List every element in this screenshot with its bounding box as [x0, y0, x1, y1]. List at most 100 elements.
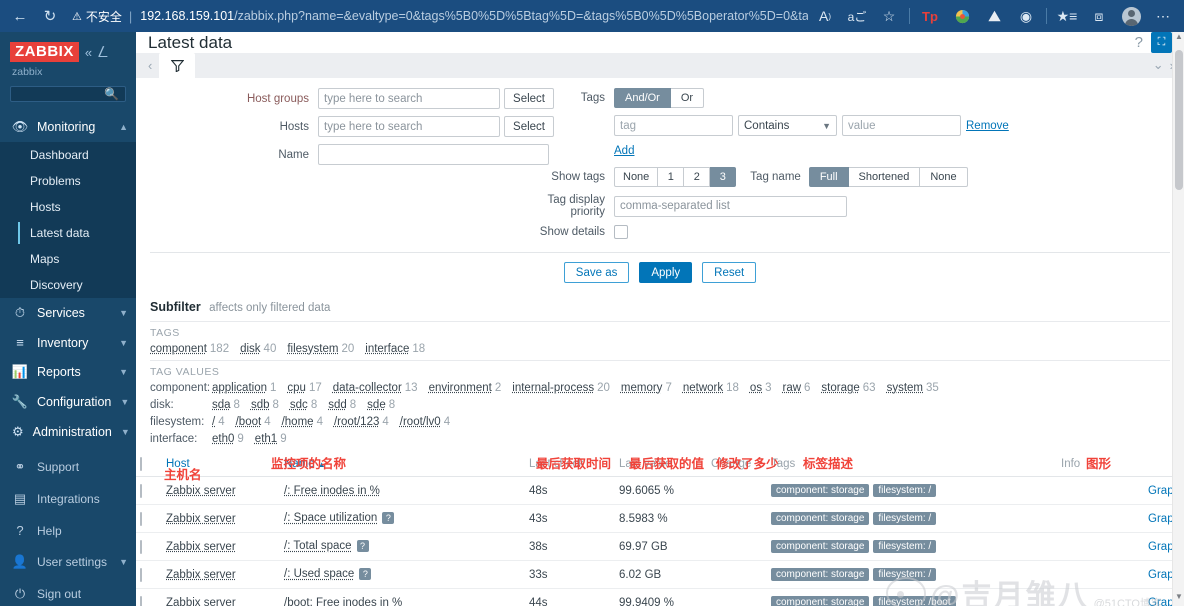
- chevron-down-icon[interactable]: ⌄: [1153, 57, 1164, 73]
- item-name-link[interactable]: /boot: Free inodes in %: [284, 597, 402, 606]
- subfilter-tagvalue-link[interactable]: sde: [367, 399, 386, 411]
- subfilter-tagvalue-item[interactable]: /4: [212, 416, 225, 428]
- apply-button[interactable]: Apply: [639, 262, 693, 283]
- subfilter-tagvalue-item[interactable]: os 3: [750, 382, 772, 394]
- host-groups-select-button[interactable]: Select: [504, 88, 554, 109]
- column-header-name[interactable]: Name ▲: [280, 452, 525, 477]
- host-link[interactable]: Zabbix server: [166, 513, 236, 525]
- show-details-checkbox[interactable]: [614, 225, 628, 239]
- subfilter-tagvalue-item[interactable]: application 1: [212, 382, 276, 394]
- tag-chip[interactable]: filesystem: /: [873, 484, 937, 497]
- host-link[interactable]: Zabbix server: [166, 597, 236, 606]
- sidebar-item-dashboard[interactable]: Dashboard: [0, 142, 136, 169]
- subfilter-tagvalue-item[interactable]: sda 8: [212, 399, 240, 411]
- collections-icon[interactable]: ★≡: [1052, 3, 1082, 29]
- subfilter-tagvalue-link[interactable]: sda: [212, 399, 231, 411]
- kiosk-expand-icon[interactable]: ⛶: [1151, 32, 1172, 53]
- hint-icon[interactable]: ?: [356, 540, 369, 553]
- back-arrow-icon[interactable]: ←: [6, 3, 34, 29]
- sidebar-item-latest-data[interactable]: Latest data: [0, 220, 136, 247]
- more-options-icon[interactable]: ⋯: [1148, 3, 1178, 29]
- name-input[interactable]: [318, 144, 549, 165]
- subfilter-tagvalue-item[interactable]: sdb 8: [251, 399, 279, 411]
- scroll-down-arrow[interactable]: ▼: [1173, 592, 1184, 606]
- host-link[interactable]: Zabbix server: [166, 569, 236, 581]
- subfilter-tag-link[interactable]: component: [150, 343, 207, 355]
- subfilter-tagvalue-item[interactable]: memory 7: [621, 382, 672, 394]
- translate-icon[interactable]: aご: [842, 3, 872, 29]
- evaltype-option-andor[interactable]: And/Or: [614, 88, 671, 108]
- subfilter-tag-component[interactable]: component 182: [150, 343, 229, 355]
- subfilter-tagvalue-item[interactable]: /boot 4: [236, 416, 271, 428]
- evaltype-option-or[interactable]: Or: [670, 88, 705, 108]
- subfilter-tagvalue-item[interactable]: network 18: [683, 382, 739, 394]
- subfilter-tagvalue-item[interactable]: sdc 8: [290, 399, 317, 411]
- zabbix-logo[interactable]: ZABBIX: [10, 42, 79, 63]
- collapse-panel-icon[interactable]: ⎳: [98, 46, 108, 58]
- sidebar-item-support[interactable]: ⚭ Support: [0, 451, 136, 483]
- tag-name-option-shortened[interactable]: Shortened: [848, 167, 921, 187]
- show-tags-option-2[interactable]: 2: [684, 167, 711, 187]
- tag-chip[interactable]: component: storage: [771, 568, 870, 581]
- sidebar-item-sign-out[interactable]: ⏻ Sign out: [0, 578, 136, 606]
- subfilter-tagvalue-item[interactable]: /root/lv0 4: [400, 416, 450, 428]
- subfilter-tagvalue-link[interactable]: os: [750, 382, 762, 394]
- subfilter-tagvalue-link[interactable]: /: [212, 416, 215, 428]
- subfilter-tagvalue-link[interactable]: /boot: [236, 416, 262, 428]
- triangle-extension-icon[interactable]: [979, 3, 1009, 29]
- sidebar-item-discovery[interactable]: Discovery: [0, 272, 136, 299]
- subfilter-tagvalue-link[interactable]: application: [212, 382, 267, 394]
- vertical-scrollbar[interactable]: ▲ ▼: [1172, 32, 1184, 606]
- tab-filter[interactable]: [159, 53, 196, 78]
- subfilter-tagvalue-link[interactable]: /root/lv0: [400, 416, 441, 428]
- subfilter-tagvalue-link[interactable]: memory: [621, 382, 663, 394]
- tag-add-link[interactable]: Add: [614, 145, 634, 157]
- save-as-button[interactable]: Save as: [563, 262, 630, 283]
- hint-icon[interactable]: ?: [382, 512, 395, 525]
- show-tags-option-3[interactable]: 3: [710, 167, 737, 187]
- subfilter-tagvalue-link[interactable]: eth0: [212, 433, 234, 445]
- subfilter-tagvalue-link[interactable]: environment: [429, 382, 492, 394]
- subfilter-tagvalue-link[interactable]: sdb: [251, 399, 270, 411]
- tag-chip[interactable]: filesystem: /: [873, 512, 937, 525]
- tag-value-input[interactable]: value: [842, 115, 961, 136]
- subfilter-tag-link[interactable]: filesystem: [287, 343, 338, 355]
- reload-icon[interactable]: ↻: [36, 3, 64, 29]
- item-name-link[interactable]: /: Used space: [284, 569, 354, 581]
- hint-icon[interactable]: ?: [359, 568, 372, 581]
- subfilter-tagvalue-item[interactable]: eth0 9: [212, 433, 244, 445]
- subfilter-tagvalue-link[interactable]: storage: [821, 382, 859, 394]
- row-checkbox[interactable]: [140, 511, 142, 526]
- double-chevron-left-icon[interactable]: «: [85, 46, 92, 59]
- item-name-link[interactable]: /: Total space: [284, 541, 352, 553]
- subfilter-tagvalue-link[interactable]: internal-process: [512, 382, 594, 394]
- reset-button[interactable]: Reset: [702, 262, 757, 283]
- select-all-checkbox[interactable]: [140, 457, 142, 471]
- subfilter-tagvalue-item[interactable]: cpu 17: [287, 382, 321, 394]
- subfilter-tagvalue-item[interactable]: sdd 8: [328, 399, 356, 411]
- tag-name-input[interactable]: tag: [614, 115, 733, 136]
- subfilter-tagvalue-link[interactable]: cpu: [287, 382, 306, 394]
- subfilter-tagvalue-item[interactable]: /home 4: [282, 416, 323, 428]
- read-aloud-icon[interactable]: A): [810, 3, 840, 29]
- subfilter-tagvalue-link[interactable]: sdc: [290, 399, 308, 411]
- subfilter-tagvalue-item[interactable]: sde 8: [367, 399, 395, 411]
- subfilter-tagvalue-item[interactable]: system 35: [887, 382, 939, 394]
- tp-extension-icon[interactable]: Tp: [915, 3, 945, 29]
- subfilter-tag-link[interactable]: disk: [240, 343, 260, 355]
- subfilter-tagvalue-item[interactable]: raw 6: [782, 382, 810, 394]
- subfilter-tag-link[interactable]: interface: [365, 343, 409, 355]
- split-screen-icon[interactable]: ⧈: [1084, 3, 1114, 29]
- tag-chip[interactable]: filesystem: /: [873, 540, 937, 553]
- tag-name-option-none[interactable]: None: [920, 167, 968, 187]
- sidebar-item-reports[interactable]: 📊 Reports ▼: [0, 357, 136, 387]
- sidebar-item-hosts[interactable]: Hosts: [0, 194, 136, 221]
- profile-avatar-icon[interactable]: [1116, 3, 1146, 29]
- tag-chip[interactable]: filesystem: /: [873, 568, 937, 581]
- tag-chip[interactable]: filesystem: /boot: [873, 596, 956, 606]
- subfilter-tagvalue-link[interactable]: raw: [782, 382, 801, 394]
- row-checkbox[interactable]: [140, 595, 142, 606]
- show-tags-option-1[interactable]: 1: [658, 167, 685, 187]
- subfilter-tagvalue-item[interactable]: storage 63: [821, 382, 875, 394]
- subfilter-tagvalue-link[interactable]: data-collector: [333, 382, 402, 394]
